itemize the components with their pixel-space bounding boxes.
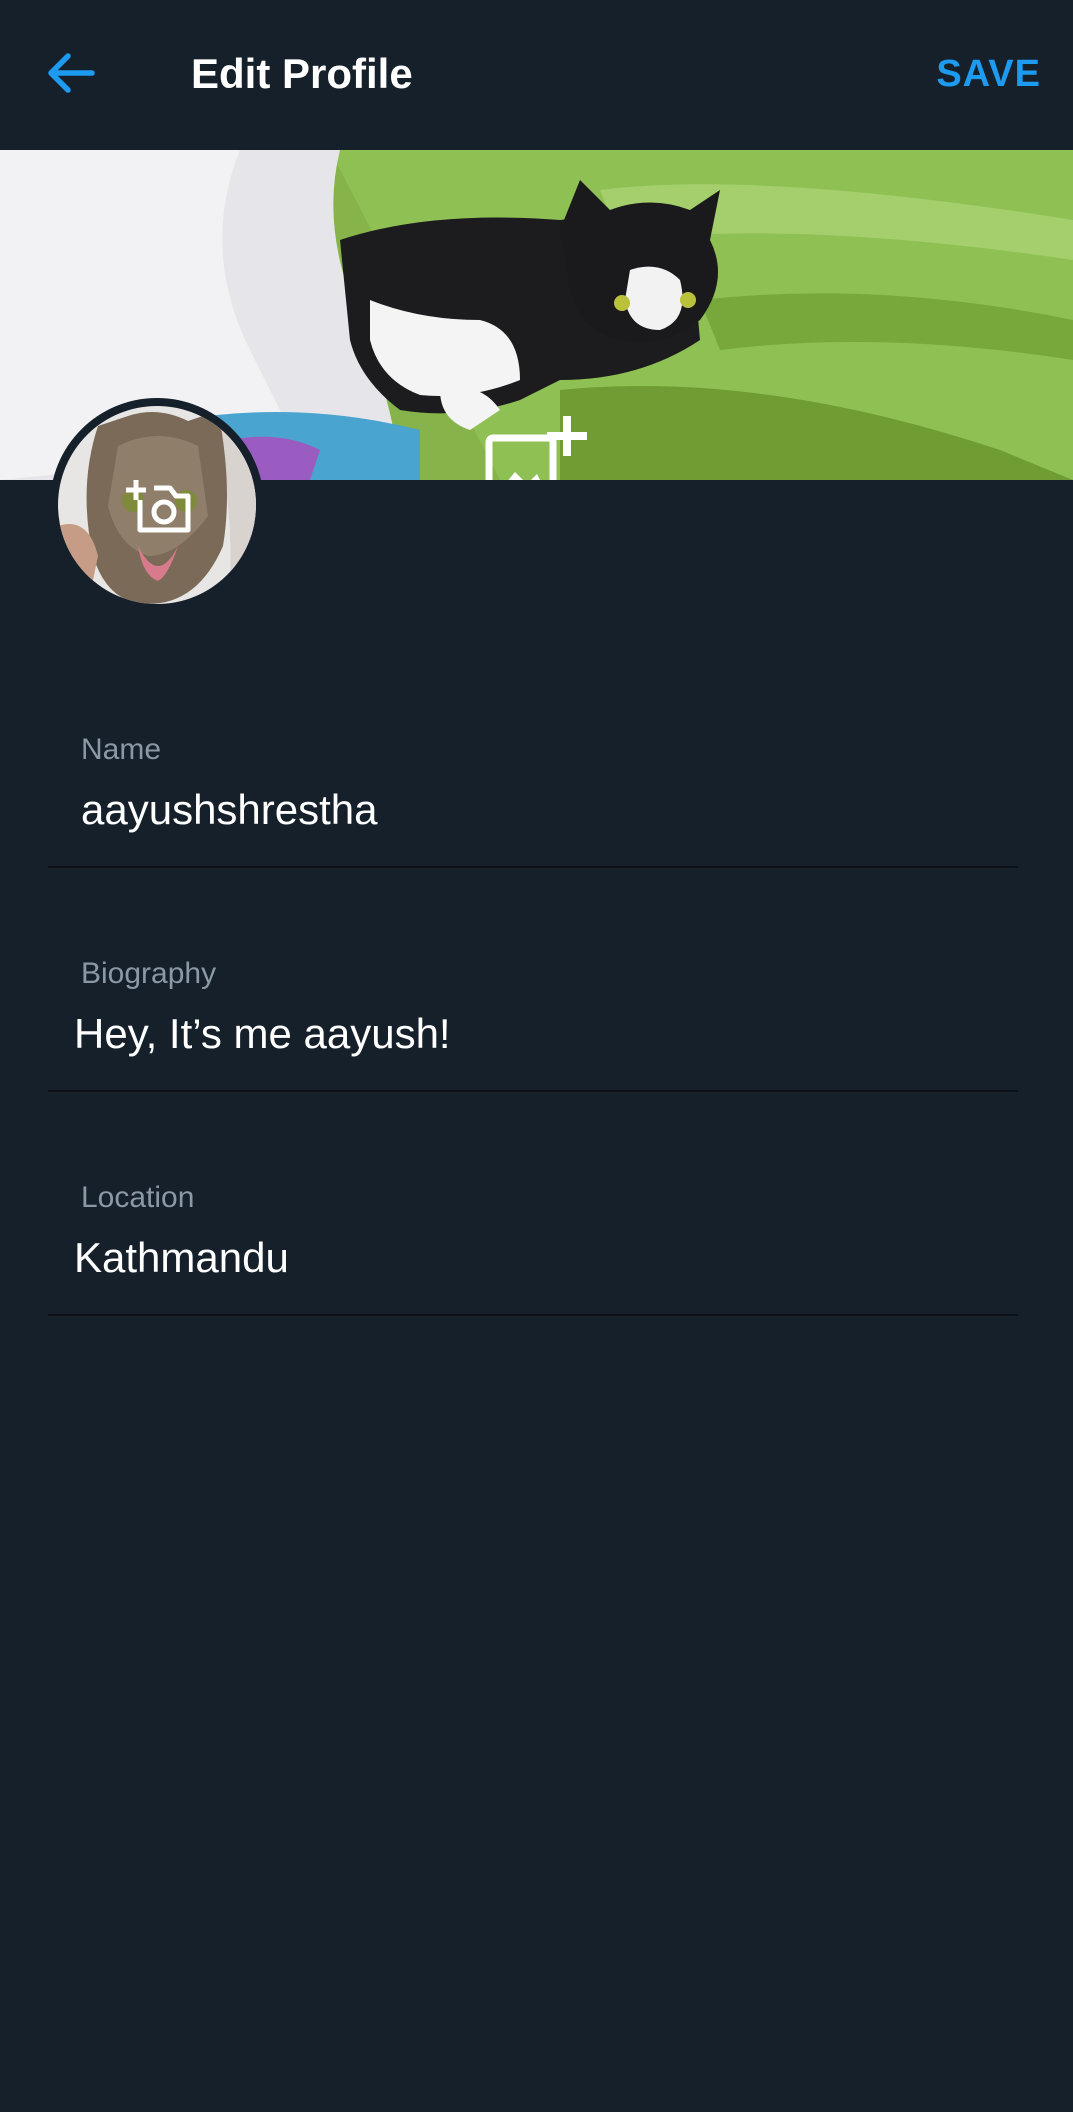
avatar[interactable] <box>50 398 264 612</box>
biography-field: Biography Hey, It’s me aayush! <box>48 944 1018 1092</box>
avatar-photo <box>58 406 256 604</box>
location-value: Kathmandu <box>74 1234 289 1281</box>
name-value: aayushshrestha <box>81 786 378 833</box>
edit-profile-screen: Edit Profile SAVE Name aayushshrestha Bi… <box>0 0 1073 2112</box>
location-field: Location Kathmandu <box>48 1168 1018 1316</box>
biography-value: Hey, It’s me aayush! <box>74 1010 451 1057</box>
camera-add-icon <box>126 480 191 533</box>
add-photo-icon <box>485 416 587 480</box>
back-button[interactable] <box>30 38 110 108</box>
location-label: Location <box>81 1181 195 1214</box>
arrow-left-icon <box>48 53 95 93</box>
name-label: Name <box>81 733 162 766</box>
app-bar: Edit Profile SAVE <box>0 0 1073 150</box>
name-field: Name aayushshrestha <box>48 720 1018 868</box>
page-title: Edit Profile <box>191 50 413 97</box>
save-button[interactable]: SAVE <box>936 46 1041 102</box>
biography-label: Biography <box>81 957 217 990</box>
